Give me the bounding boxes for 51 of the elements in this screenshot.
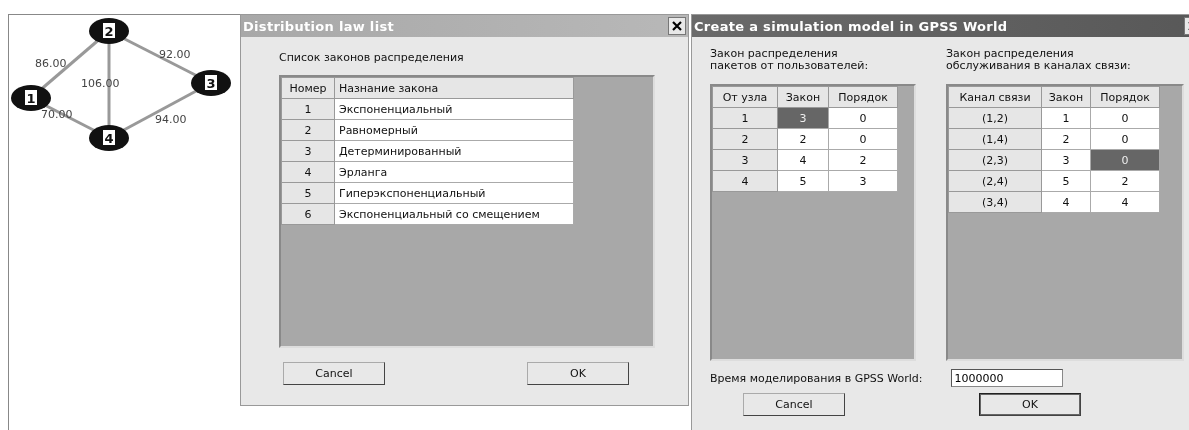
table-cell: Экспоненциальный: [334, 98, 574, 120]
close-icon: [672, 21, 682, 31]
column-header: Назнание закона: [334, 77, 574, 99]
input-field[interactable]: 1000000: [950, 369, 1063, 387]
window-title: Create a simulation model in GPSS World: [694, 18, 1008, 34]
column-header: Порядок: [828, 86, 898, 108]
cancel-button[interactable]: Cancel: [283, 362, 385, 385]
row-header: 5: [281, 182, 335, 204]
row-header: 3: [281, 140, 335, 162]
row-header: 1: [281, 98, 335, 120]
edge-weight: 86.00: [35, 57, 67, 70]
row-header: 4: [712, 170, 778, 192]
graph-node: 1: [11, 85, 51, 111]
table-caption: Закон распределения обслуживания в каналах связи:: [946, 48, 1132, 72]
column-header: Закон: [1041, 86, 1091, 108]
cancel-button[interactable]: Cancel: [743, 393, 845, 416]
graph-node: 4: [89, 125, 129, 151]
row-header: 4: [281, 161, 335, 183]
row-header: 1: [712, 107, 778, 129]
edge-weight: 106.00: [81, 77, 120, 90]
column-header: Порядок: [1090, 86, 1160, 108]
row-header: (3,4): [948, 191, 1042, 213]
edge-weight: 92.00: [159, 48, 191, 61]
table-cell: Детерминированный: [334, 140, 574, 162]
table-cell: Эрланга: [334, 161, 574, 183]
edge-weight: 70.00: [41, 108, 73, 121]
edge-weight: 94.00: [155, 113, 187, 126]
column-header: Канал связи: [948, 86, 1042, 108]
table-cell: Равномерный: [334, 119, 574, 141]
close-button[interactable]: [668, 17, 686, 35]
list-caption: Список законов распределения: [279, 52, 464, 64]
table-caption: Закон распределения пакетов от пользователей:: [710, 48, 870, 72]
column-header: От узла: [712, 86, 778, 108]
graph-node: 2: [89, 18, 129, 44]
row-header: (2,3): [948, 149, 1042, 171]
row-header: (2,4): [948, 170, 1042, 192]
column-header: Номер: [281, 77, 335, 99]
column-header: Закон: [777, 86, 829, 108]
table-cell: Экспоненциальный со смещением: [334, 203, 574, 225]
row-header: 2: [712, 128, 778, 150]
row-header: (1,4): [948, 128, 1042, 150]
table-cell: Гиперэкспоненциальный: [334, 182, 574, 204]
field-label: Время моделирования в GPSS World:: [710, 371, 923, 385]
ok-button[interactable]: OK: [527, 362, 629, 385]
row-header: 6: [281, 203, 335, 225]
row-header: 3: [712, 149, 778, 171]
row-header: 2: [281, 119, 335, 141]
graph-node: 3: [191, 70, 231, 96]
row-header: (1,2): [948, 107, 1042, 129]
window-title: Distribution law list: [243, 18, 394, 34]
ok-button[interactable]: OK: [979, 393, 1081, 416]
